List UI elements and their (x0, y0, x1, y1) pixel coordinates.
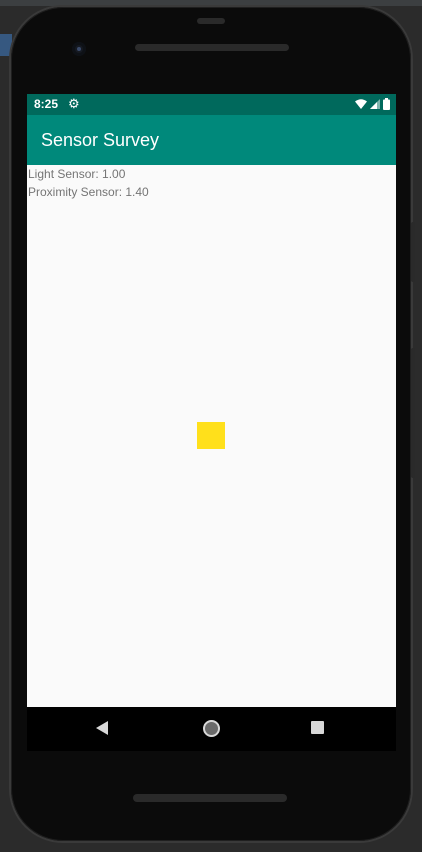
settings-icon: ⚙ (68, 96, 80, 111)
status-icons (355, 98, 390, 110)
recents-icon[interactable] (311, 721, 324, 734)
ide-top-strip (0, 0, 422, 6)
back-icon[interactable] (96, 721, 108, 735)
status-bar: 8:25 ⚙ (27, 94, 396, 115)
proximity-sensor-label: Proximity Sensor: 1.40 (28, 185, 149, 199)
ide-tab (0, 34, 12, 56)
front-camera-icon (72, 42, 86, 56)
navigation-bar (27, 707, 396, 751)
earpiece (197, 18, 225, 24)
battery-icon (383, 98, 390, 110)
main-content: Light Sensor: 1.00 Proximity Sensor: 1.4… (27, 165, 396, 707)
status-time: 8:25 (34, 97, 59, 111)
sensor-indicator (197, 422, 225, 449)
power-button (411, 348, 415, 478)
home-icon[interactable] (203, 720, 220, 737)
volume-button (411, 222, 415, 282)
light-sensor-label: Light Sensor: 1.00 (28, 167, 126, 181)
signal-icon (370, 99, 380, 109)
bottom-speaker (133, 794, 287, 802)
device-screen: 8:25 ⚙ Sensor Survey Light Sensor: 1.00 … (27, 94, 396, 707)
wifi-icon (355, 99, 367, 109)
top-speaker (135, 44, 289, 51)
app-toolbar: Sensor Survey (27, 115, 396, 165)
app-title: Sensor Survey (41, 130, 160, 150)
